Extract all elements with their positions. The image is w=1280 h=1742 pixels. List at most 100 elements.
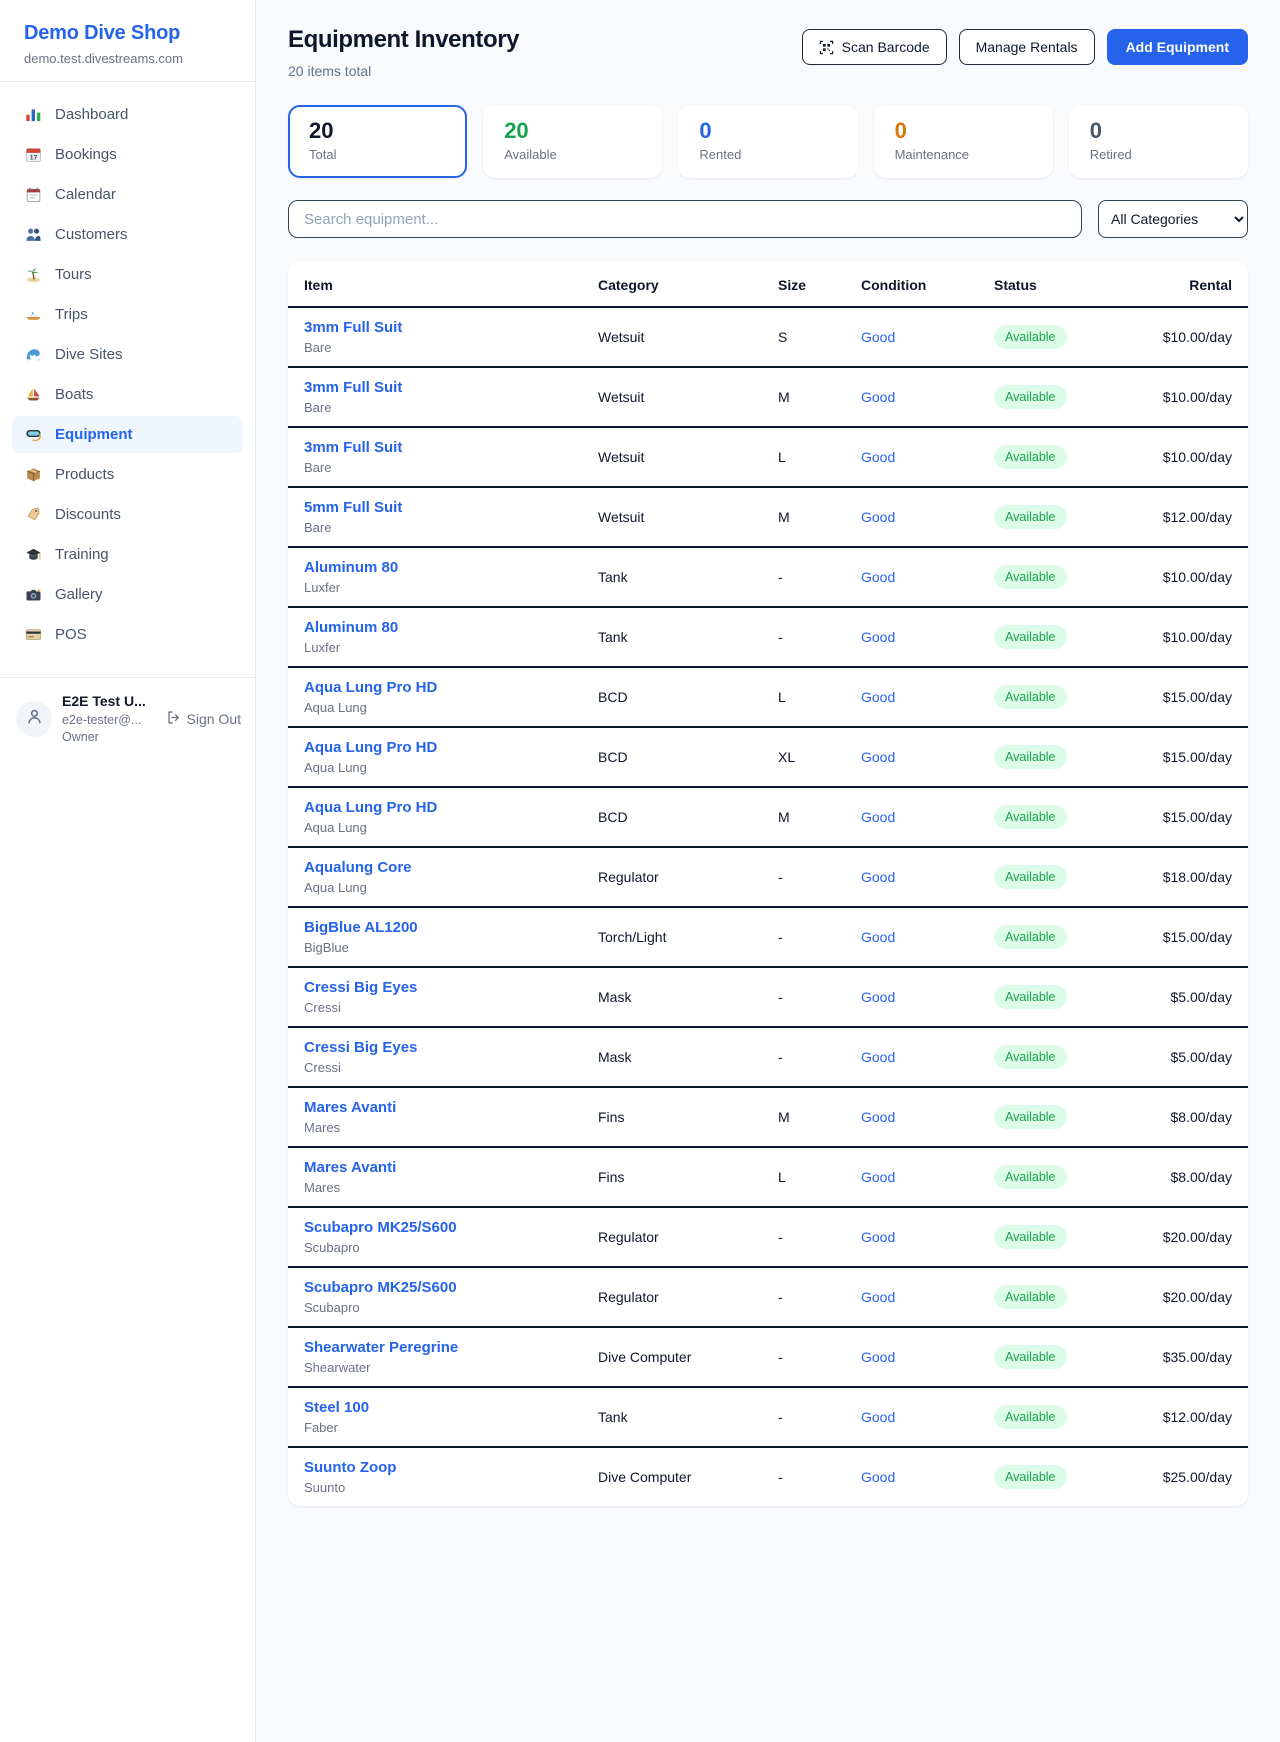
- stat-card-retired[interactable]: 0Retired: [1069, 105, 1248, 178]
- sidebar-item-boats[interactable]: Boats: [12, 376, 243, 413]
- item-brand: Luxfer: [304, 580, 566, 595]
- user-section: E2E Test U... e2e-tester@... Owner Sign …: [0, 677, 255, 761]
- stat-card-available[interactable]: 20Available: [483, 105, 662, 178]
- table-row: Scubapro MK25/S600ScubaproRegulator-Good…: [288, 1207, 1248, 1267]
- status-badge: Available: [994, 1465, 1067, 1489]
- sidebar-item-training[interactable]: Training: [12, 536, 243, 573]
- scan-barcode-button[interactable]: Scan Barcode: [802, 29, 947, 65]
- stat-card-rented[interactable]: 0Rented: [678, 105, 857, 178]
- item-name-link[interactable]: Aqua Lung Pro HD: [304, 679, 566, 696]
- condition-cell: Good: [845, 607, 978, 667]
- sidebar-item-dashboard[interactable]: Dashboard: [12, 96, 243, 133]
- status-badge: Available: [994, 1105, 1067, 1129]
- rental-cell: $15.00/day: [1128, 727, 1248, 787]
- status-badge: Available: [994, 1225, 1067, 1249]
- rental-cell: $10.00/day: [1128, 307, 1248, 367]
- status-cell: Available: [978, 1327, 1128, 1387]
- stat-card-maintenance[interactable]: 0Maintenance: [874, 105, 1053, 178]
- item-cell: Aqua Lung Pro HDAqua Lung: [288, 667, 582, 727]
- rental-cell: $10.00/day: [1128, 547, 1248, 607]
- status-badge: Available: [994, 1405, 1067, 1429]
- item-name-link[interactable]: Steel 100: [304, 1399, 566, 1416]
- status-badge: Available: [994, 805, 1067, 829]
- search-input[interactable]: [288, 200, 1082, 238]
- brand-block: Demo Dive Shop demo.test.divestreams.com: [0, 0, 255, 82]
- add-equipment-button[interactable]: Add Equipment: [1107, 29, 1248, 65]
- sidebar-item-calendar[interactable]: Calendar: [12, 176, 243, 213]
- sidebar-item-products[interactable]: Products: [12, 456, 243, 493]
- brand-domain: demo.test.divestreams.com: [24, 51, 231, 66]
- table-row: 3mm Full SuitBareWetsuitMGoodAvailable$1…: [288, 367, 1248, 427]
- manage-rentals-label: Manage Rentals: [976, 39, 1078, 55]
- status-cell: Available: [978, 1267, 1128, 1327]
- category-cell: Wetsuit: [582, 487, 762, 547]
- condition-cell: Good: [845, 487, 978, 547]
- sign-out-button[interactable]: Sign Out: [166, 710, 241, 728]
- item-name-link[interactable]: Cressi Big Eyes: [304, 979, 566, 996]
- condition-cell: Good: [845, 727, 978, 787]
- sidebar-item-equipment[interactable]: Equipment: [12, 416, 243, 453]
- item-name-link[interactable]: 3mm Full Suit: [304, 379, 566, 396]
- item-name-link[interactable]: BigBlue AL1200: [304, 919, 566, 936]
- sidebar-item-bookings[interactable]: 17Bookings: [12, 136, 243, 173]
- item-name-link[interactable]: Shearwater Peregrine: [304, 1339, 566, 1356]
- item-name-link[interactable]: Mares Avanti: [304, 1159, 566, 1176]
- status-cell: Available: [978, 487, 1128, 547]
- item-name-link[interactable]: Cressi Big Eyes: [304, 1039, 566, 1056]
- size-cell: XL: [762, 727, 845, 787]
- item-name-link[interactable]: Aluminum 80: [304, 619, 566, 636]
- category-cell: Torch/Light: [582, 907, 762, 967]
- item-name-link[interactable]: Mares Avanti: [304, 1099, 566, 1116]
- column-header-status: Status: [978, 262, 1128, 307]
- item-name-link[interactable]: Aqua Lung Pro HD: [304, 799, 566, 816]
- item-name-link[interactable]: Aluminum 80: [304, 559, 566, 576]
- status-cell: Available: [978, 727, 1128, 787]
- sidebar-item-tours[interactable]: Tours: [12, 256, 243, 293]
- item-name-link[interactable]: Suunto Zoop: [304, 1459, 566, 1476]
- status-badge: Available: [994, 385, 1067, 409]
- stats-row: 20Total20Available0Rented0Maintenance0Re…: [288, 105, 1248, 178]
- item-name-link[interactable]: 3mm Full Suit: [304, 439, 566, 456]
- item-name-link[interactable]: 5mm Full Suit: [304, 499, 566, 516]
- item-name-link[interactable]: 3mm Full Suit: [304, 319, 566, 336]
- item-name-link[interactable]: Scubapro MK25/S600: [304, 1219, 566, 1236]
- sidebar-item-discounts[interactable]: Discounts: [12, 496, 243, 533]
- sidebar-item-dive-sites[interactable]: Dive Sites: [12, 336, 243, 373]
- sidebar-item-pos[interactable]: POS: [12, 616, 243, 653]
- item-name-link[interactable]: Aqualung Core: [304, 859, 566, 876]
- rental-cell: $15.00/day: [1128, 907, 1248, 967]
- category-filter[interactable]: All Categories: [1098, 200, 1248, 238]
- status-cell: Available: [978, 307, 1128, 367]
- status-cell: Available: [978, 1087, 1128, 1147]
- stat-card-total[interactable]: 20Total: [288, 105, 467, 178]
- rental-cell: $20.00/day: [1128, 1267, 1248, 1327]
- status-badge: Available: [994, 325, 1067, 349]
- sidebar-item-label: Dashboard: [55, 106, 128, 123]
- item-cell: Suunto Zoop Suunto: [288, 1447, 582, 1506]
- sidebar-item-trips[interactable]: Trips: [12, 296, 243, 333]
- sidebar-item-customers[interactable]: Customers: [12, 216, 243, 253]
- rental-cell: $12.00/day: [1128, 487, 1248, 547]
- item-name-link[interactable]: Aqua Lung Pro HD: [304, 739, 566, 756]
- sidebar-item-label: Dive Sites: [55, 346, 123, 363]
- sidebar: Demo Dive Shop demo.test.divestreams.com…: [0, 0, 256, 1742]
- stat-value: 20: [309, 118, 446, 144]
- item-cell: Mares AvantiMares: [288, 1147, 582, 1207]
- stat-label: Rented: [699, 147, 836, 162]
- manage-rentals-button[interactable]: Manage Rentals: [959, 29, 1095, 65]
- user-meta: E2E Test U... e2e-tester@... Owner: [62, 693, 146, 746]
- scan-barcode-icon: [819, 40, 834, 55]
- sidebar-item-label: Equipment: [55, 426, 133, 443]
- sidebar-item-label: Bookings: [55, 146, 117, 163]
- item-brand: Suunto: [304, 1480, 566, 1495]
- sidebar-item-gallery[interactable]: Gallery: [12, 576, 243, 613]
- item-cell: Cressi Big EyesCressi: [288, 967, 582, 1027]
- category-cell: Fins: [582, 1087, 762, 1147]
- category-cell: Mask: [582, 1027, 762, 1087]
- item-name-link[interactable]: Scubapro MK25/S600: [304, 1279, 566, 1296]
- condition-cell: Good: [845, 307, 978, 367]
- stat-value: 0: [1090, 118, 1227, 144]
- table-row: Cressi Big EyesCressiMask-GoodAvailable$…: [288, 967, 1248, 1027]
- rental-cell: $20.00/day: [1128, 1207, 1248, 1267]
- rental-cell: $15.00/day: [1128, 787, 1248, 847]
